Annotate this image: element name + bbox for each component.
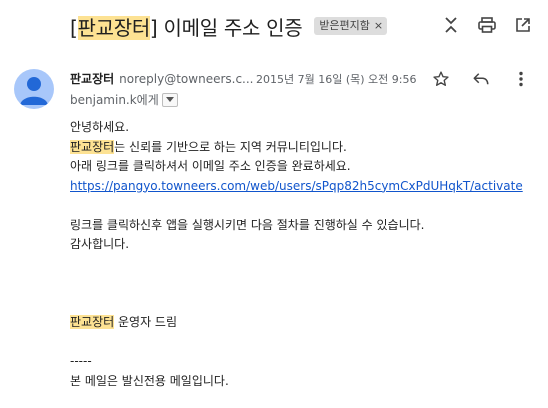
instruction-line: 아래 링크를 클릭하셔서 이메일 주소 인증을 완료하세요.: [70, 159, 351, 173]
sender-avatar[interactable]: [14, 69, 54, 109]
footer-line: 본 메일은 발신전용 메일입니다.: [70, 373, 229, 388]
label-chip-text: 받은편지함: [319, 19, 370, 32]
email-date: 2015년 7월 16일 (목) 오전 9:56: [256, 73, 417, 86]
activation-link-line: https://pangyo.towneers.com/web/users/sP…: [70, 177, 523, 197]
after-click-line: 링크를 클릭하신후 앱을 실행시키면 다음 절차를 진행하실 수 있습니다.: [70, 217, 425, 232]
thanks-line: 감사합니다.: [70, 237, 130, 251]
open-in-new-window-icon[interactable]: [512, 14, 534, 36]
brand-highlight: 판교장터: [70, 139, 115, 154]
activation-link[interactable]: https://pangyo.towneers.com/web/users/sP…: [70, 179, 523, 193]
thread-toolbar: [440, 14, 534, 36]
intro-text: 는 신뢰를 기반으로 하는 지역 커뮤니티입니다.: [114, 139, 347, 154]
subject-title: 이메일 주소 인증: [157, 15, 303, 40]
reply-icon[interactable]: [470, 68, 492, 90]
signoff-line: 판교장터 운영자 드림: [70, 313, 523, 333]
show-details-dropdown[interactable]: [161, 92, 178, 107]
print-icon[interactable]: [476, 14, 498, 36]
message-actions: [430, 68, 532, 90]
more-vert-icon[interactable]: [510, 68, 532, 90]
greeting: 안녕하세요.: [70, 120, 130, 134]
recipient-line: benjamin.k에게: [70, 91, 178, 108]
brand-highlight: 판교장터: [70, 315, 115, 329]
chevron-down-icon: [165, 97, 174, 102]
sender-name[interactable]: 판교장터: [70, 70, 114, 87]
subject-brand-highlight: 판교장터: [77, 15, 150, 40]
remove-label-icon[interactable]: ×: [374, 19, 383, 33]
signoff-text: 운영자 드림: [114, 315, 178, 329]
inbox-label-chip[interactable]: 받은편지함 ×: [314, 17, 388, 35]
recipient-text: benjamin.k에게: [70, 93, 159, 107]
sender-line: 판교장터 noreply@towneers.c...: [70, 70, 254, 87]
subject-row: [판교장터] 이메일 주소 인증 받은편지함 ×: [70, 10, 388, 42]
intro-line: 판교장터는 신뢰를 기반으로 하는 지역 커뮤니티입니다.: [70, 138, 523, 158]
star-icon[interactable]: [430, 68, 452, 90]
separator-line: -----: [70, 354, 92, 368]
email-body: 안녕하세요. 판교장터는 신뢰를 기반으로 하는 지역 커뮤니티입니다. 아래 …: [70, 118, 523, 391]
email-subject: [판교장터] 이메일 주소 인증: [70, 12, 303, 41]
expand-collapse-icon[interactable]: [440, 14, 462, 36]
subject-bracket-open: [: [70, 15, 78, 40]
sender-email[interactable]: noreply@towneers.c...: [119, 72, 253, 86]
person-icon: [20, 77, 48, 105]
